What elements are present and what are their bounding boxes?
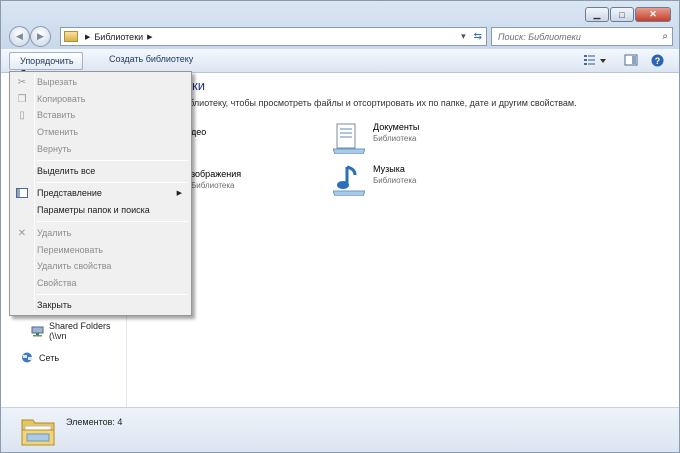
preview-pane-icon[interactable] [624,54,638,66]
music-library-icon [332,164,366,197]
menu-item-layout[interactable]: Представление ▶ [12,185,189,201]
menu-item-cut[interactable]: ✂ Вырезать [12,74,189,90]
menu-item-label: Отменить [37,127,79,137]
nav-item-shared-folders[interactable]: Shared Folders (\\vn [31,321,126,341]
library-kind: Библиотека [373,134,417,143]
menu-item-rename[interactable]: Переименовать [12,242,189,258]
item-count: Элементов: 4 [66,417,123,427]
breadcrumb-libraries[interactable]: Библиотеки [94,32,143,42]
window-controls: ▁ □ ✕ [585,7,671,22]
nav-item-network[interactable]: Сеть [21,352,59,363]
view-options-icon[interactable] [583,54,606,66]
search-icon[interactable]: ⌕ [662,31,668,42]
search-input[interactable]: Поиск: Библиотеки ⌕ [491,27,673,46]
menu-item-remove-properties[interactable]: Удалить свойства [12,258,189,274]
menu-item-label: Параметры папок и поиска [37,205,150,215]
nav-item-label: Сеть [39,352,60,363]
menu-item-delete[interactable]: ✕ Удалить [12,225,189,241]
menu-item-paste[interactable]: ▯ Вставить [12,107,189,123]
breadcrumb-arrow-icon[interactable]: ▶ [85,33,90,41]
menu-item-label: Вставить [37,110,76,120]
menu-item-label: Вернуть [37,144,72,154]
library-kind: Библиотека [373,176,417,185]
minimize-icon: ▁ [593,9,601,19]
library-pictures[interactable]: зображения Библиотека [191,169,241,190]
close-button[interactable]: ✕ [635,7,671,22]
menu-item-undo[interactable]: Отменить [12,124,189,140]
back-arrow-icon: ◀ [16,31,23,41]
delete-icon: ✕ [17,227,27,239]
page-subtitle: библиотеку, чтобы просмотреть файлы и от… [179,98,577,108]
library-name: Документы [373,122,420,132]
menu-item-label: Представление [37,188,102,198]
scissors-icon: ✂ [17,76,27,88]
menu-item-redo[interactable]: Вернуть [12,141,189,157]
library-name: Музыка [373,164,405,174]
explorer-window: ▁ □ ✕ ◀ ▶ ▶ Библиотеки ▶ ▾ ⇆ Поиск: Библ… [0,0,680,453]
documents-library-icon [332,122,366,155]
menu-item-label: Копировать [37,94,86,104]
breadcrumb-arrow-icon[interactable]: ▶ [147,33,152,41]
menu-item-close[interactable]: Закрыть [12,297,189,313]
menu-separator [37,160,188,161]
menu-item-label: Вырезать [37,77,78,87]
library-documents[interactable]: Документы Библиотека [332,122,420,155]
menu-item-label: Свойства [37,278,77,288]
menu-item-label: Переименовать [37,245,103,255]
back-button[interactable]: ◀ [9,26,30,47]
create-library-button[interactable]: Создать библиотеку [109,54,193,64]
menu-item-copy[interactable]: ❐ Копировать [12,91,189,107]
maximize-icon: □ [619,9,625,20]
organize-menu: ✂ Вырезать ❐ Копировать ▯ Вставить Отмен… [9,71,192,316]
address-dropdown-icon[interactable]: ▾ [461,31,466,42]
menu-item-label: Выделить все [37,166,96,176]
close-icon: ✕ [649,9,657,19]
minimize-button[interactable]: ▁ [585,7,609,22]
menu-item-properties[interactable]: Свойства [12,275,189,291]
nav-item-label: Shared Folders (\\vn [49,321,111,341]
help-icon[interactable]: ? [651,54,665,67]
command-bar: Упорядочить ▼ Создать библиотеку ? [1,49,679,76]
submenu-arrow-icon: ▶ [176,190,182,197]
folder-icon [21,416,55,446]
maximize-button[interactable]: □ [610,7,634,22]
library-video[interactable]: део [191,127,206,137]
organize-label: Упорядочить [20,56,74,66]
forward-button[interactable]: ▶ [30,26,51,47]
network-icon [21,352,34,363]
layout-icon [15,187,29,199]
menu-item-folder-options[interactable]: Параметры папок и поиска [12,202,189,218]
refresh-icon[interactable]: ⇆ [474,31,482,42]
menu-item-select-all[interactable]: Выделить все [12,163,189,179]
copy-icon: ❐ [17,93,27,105]
libraries-icon [64,31,78,42]
library-name: зображения [191,169,242,179]
menu-item-label: Удалить [37,228,72,238]
library-kind: Библиотека [191,181,235,190]
svg-text:?: ? [655,56,661,66]
library-music[interactable]: Музыка Библиотека [332,164,417,197]
library-name: део [191,127,207,137]
nav-buttons: ◀ ▶ [9,26,51,47]
forward-arrow-icon: ▶ [37,31,44,41]
menu-separator [37,221,188,222]
network-drive-icon [31,326,44,337]
menu-separator [37,182,188,183]
menu-separator [37,294,188,295]
menu-item-label: Удалить свойства [37,261,112,271]
search-placeholder: Поиск: Библиотеки [498,31,581,42]
address-bar[interactable]: ▶ Библиотеки ▶ ▾ ⇆ [60,27,487,46]
status-bar: Элементов: 4 [1,407,679,452]
organize-button[interactable]: Упорядочить ▼ [9,52,83,76]
paste-icon: ▯ [19,109,25,121]
menu-item-label: Закрыть [37,300,72,310]
